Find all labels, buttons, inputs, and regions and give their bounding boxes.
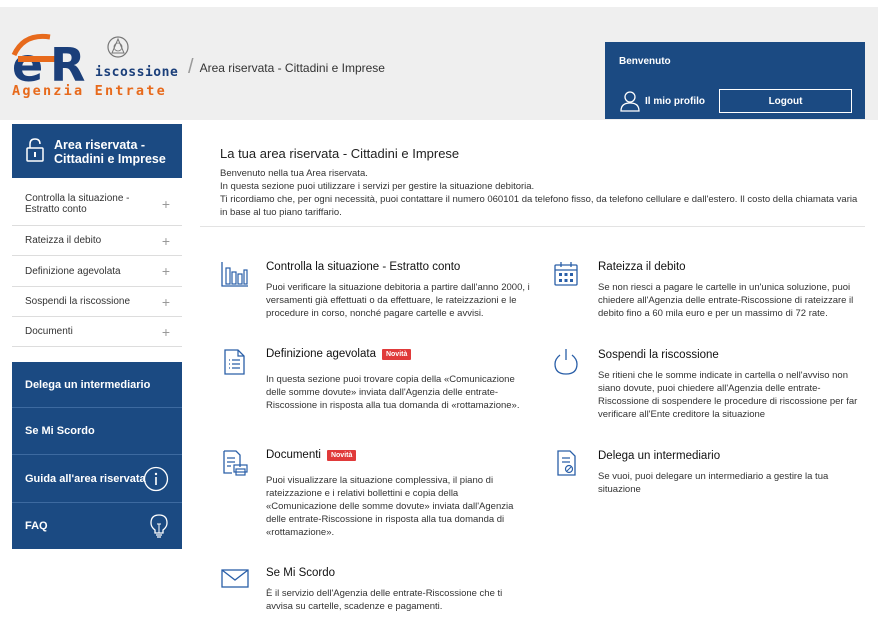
card-documenti[interactable]: Documenti Novità Puoi visualizzare la si… [220, 449, 540, 544]
delegate-document-icon [557, 450, 576, 476]
document-list-icon [224, 349, 245, 375]
plus-icon: + [161, 293, 170, 310]
logo-riscossione-text: iscossione [95, 65, 179, 80]
agenzia-entrate-riscossione-logo[interactable]: e R iscossione Agenzia Entrate [10, 29, 182, 101]
card-delega[interactable]: Delega un intermediario Se vuoi, puoi de… [552, 449, 862, 499]
user-icon [620, 91, 640, 112]
sidebar-item-documenti[interactable]: Documenti + [12, 317, 182, 347]
card-definizione-agevolata[interactable]: Definizione agevolata Novità In questa s… [220, 348, 540, 418]
welcome-text: Benvenuto [619, 56, 671, 67]
sidebar-item-label: Sospendi la riscossione [25, 296, 131, 307]
card-estratto-conto[interactable]: Controlla la situazione - Estratto conto… [220, 260, 540, 330]
intro-line: In questa sezione puoi utilizzare i serv… [220, 181, 535, 192]
profile-link[interactable]: Il mio profilo [619, 90, 705, 112]
card-description: In questa sezione puoi trovare copia del… [266, 374, 520, 411]
sidebar-item-sospendi[interactable]: Sospendi la riscossione + [12, 287, 182, 317]
logo-agenzia-text: Agenzia Entrate [12, 83, 167, 99]
sidebar-header: Area riservata - Cittadini e Imprese [12, 124, 182, 178]
info-icon [143, 466, 169, 491]
calendar-icon [554, 262, 578, 286]
page-header: e R iscossione Agenzia Entrate / Area ri… [0, 7, 878, 120]
divider [200, 226, 865, 227]
breadcrumb-current: Area riservata - Cittadini e Imprese [199, 60, 385, 75]
unlock-icon [26, 138, 44, 162]
lightbulb-icon [150, 514, 168, 538]
svg-text:e: e [12, 38, 43, 89]
card-rateizza[interactable]: Rateizza il debito Se non riesci a pagar… [552, 260, 862, 330]
logo-mark-icon: e R [11, 33, 129, 89]
card-title[interactable]: Rateizza il debito [598, 261, 686, 273]
sidebar-link-label: FAQ [25, 520, 48, 532]
breadcrumb: / Area riservata - Cittadini e Imprese [188, 56, 385, 79]
bar-chart-icon [221, 262, 248, 287]
sidebar-item-estratto-conto[interactable]: Controlla la situazione - Estratto conto… [12, 183, 182, 226]
new-badge: Novità [381, 348, 412, 360]
card-title[interactable]: Sospendi la riscossione [598, 349, 719, 361]
sidebar-title: Area riservata - Cittadini e Imprese [54, 138, 166, 166]
sidebar-link-label: Guida all'area riservata [25, 472, 146, 485]
card-description: Se non riesci a pagare le cartelle in un… [598, 282, 854, 319]
sidebar-link-se-mi-scordo[interactable]: Se Mi Scordo [12, 408, 182, 455]
svg-text:R: R [50, 38, 85, 89]
sidebar-link-faq[interactable]: FAQ [12, 503, 182, 549]
card-description: È il servizio dell'Agenzia delle entrate… [266, 588, 503, 612]
card-description: Se vuoi, puoi delegare un intermediario … [598, 471, 829, 495]
sidebar-menu: Controlla la situazione - Estratto conto… [12, 183, 182, 347]
sidebar-item-label: Controlla la situazione - Estratto conto [25, 193, 130, 215]
sidebar-link-label: Se Mi Scordo [25, 425, 95, 437]
card-description: Se ritieni che le somme indicate in cart… [598, 370, 858, 420]
card-title[interactable]: Controlla la situazione - Estratto conto [266, 261, 460, 273]
card-title-text: Definizione agevolata [266, 348, 376, 360]
card-title[interactable]: Definizione agevolata Novità [266, 348, 412, 360]
card-title[interactable]: Delega un intermediario [598, 450, 720, 462]
logout-button[interactable]: Logout [719, 89, 852, 113]
user-box: Benvenuto Il mio profilo Logout [605, 42, 865, 119]
intro-line: Ti ricordiamo che, per ogni necessità, p… [220, 194, 858, 218]
card-description: Puoi visualizzare la situazione compless… [266, 475, 514, 538]
page-title: La tua area riservata - Cittadini e Impr… [220, 146, 460, 161]
plus-icon: + [161, 323, 170, 340]
documents-print-icon [223, 450, 248, 476]
sidebar-item-label: Rateizza il debito [25, 235, 102, 246]
card-se-mi-scordo[interactable]: Se Mi Scordo È il servizio dell'Agenzia … [220, 566, 540, 618]
sidebar-link-guida[interactable]: Guida all'area riservata [12, 455, 182, 503]
sidebar-item-definizione-agevolata[interactable]: Definizione agevolata + [12, 256, 182, 287]
plus-icon: + [161, 196, 170, 212]
intro-line: Benvenuto nella tua Area riservata. [220, 168, 368, 179]
intro-text: Benvenuto nella tua Area riservata. In q… [220, 167, 860, 219]
sidebar-item-rateizza[interactable]: Rateizza il debito + [12, 226, 182, 256]
card-title[interactable]: Se Mi Scordo [266, 567, 335, 579]
sidebar-link-label: Delega un intermediario [25, 378, 151, 391]
plus-icon: + [161, 232, 170, 249]
sidebar-link-delega[interactable]: Delega un intermediario [12, 362, 182, 408]
power-icon [554, 349, 578, 375]
sidebar-item-label: Documenti [25, 326, 73, 337]
sidebar-item-label: Definizione agevolata [25, 265, 121, 277]
card-title-text: Documenti [266, 449, 321, 461]
card-sospendi[interactable]: Sospendi la riscossione Se ritieni che l… [552, 348, 862, 428]
new-badge: Novità [326, 449, 357, 461]
breadcrumb-separator: / [188, 56, 194, 78]
plus-icon: + [161, 263, 170, 279]
envelope-icon [221, 569, 249, 588]
card-title[interactable]: Documenti Novità [266, 449, 357, 461]
card-description: Puoi verificare la situazione debitoria … [266, 282, 530, 319]
profile-label: Il mio profilo [645, 95, 705, 107]
